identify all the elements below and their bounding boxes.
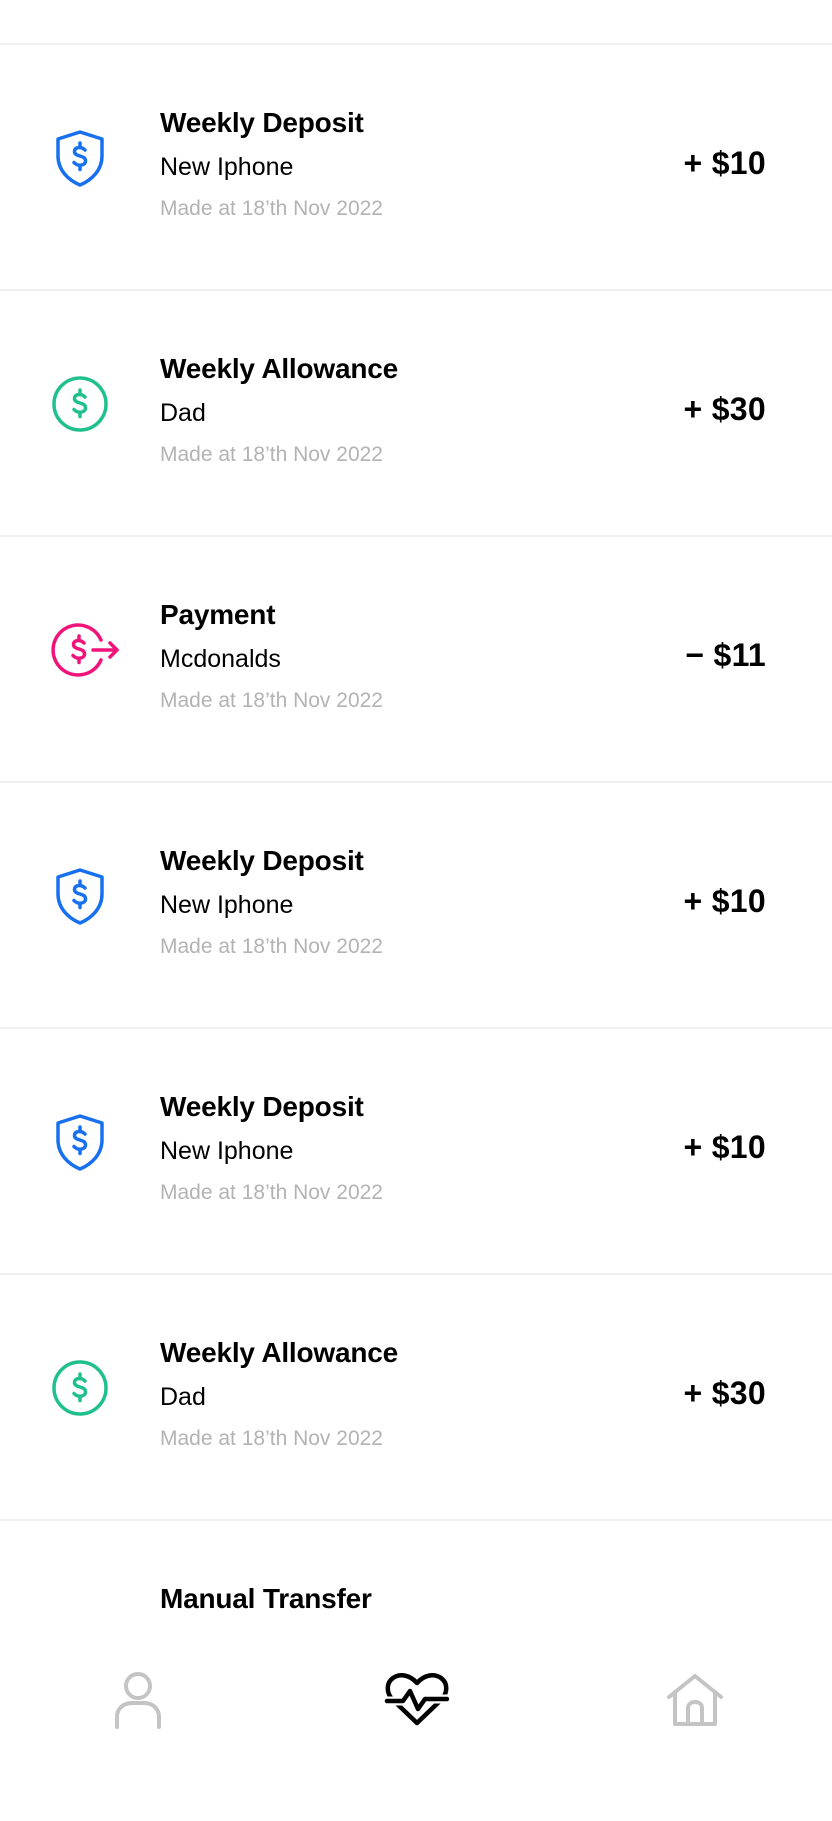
transaction-row[interactable]: Weekly Deposit New Iphone Made at 18’th … [0, 783, 832, 1029]
transaction-title: Weekly Deposit [160, 845, 364, 876]
transaction-subtitle: Dad [160, 1383, 206, 1411]
transaction-amount: + $10 [683, 145, 766, 181]
transaction-subtitle: New Iphone [160, 891, 294, 919]
transaction-row[interactable]: Weekly Deposit New Iphone Made at 18’th … [0, 45, 832, 291]
nav-home-button[interactable] [655, 1660, 735, 1740]
top-header-strip [0, 0, 832, 45]
person-icon [115, 1672, 161, 1729]
heart-pulse-icon [384, 1673, 450, 1726]
shield-dollar-icon [44, 860, 116, 932]
transaction-title: Weekly Deposit [160, 107, 364, 138]
transaction-title: Payment [160, 599, 276, 630]
transaction-date: Made at 18’th Nov 2022 [160, 935, 383, 958]
transaction-date: Made at 18’th Nov 2022 [160, 197, 383, 220]
dollar-circle-icon [44, 368, 116, 440]
transaction-subtitle: Mcdonalds [160, 645, 281, 673]
transaction-amount: + $30 [683, 1375, 766, 1411]
transaction-list[interactable]: Weekly Deposit New Iphone Made at 18’th … [0, 45, 832, 1821]
transaction-title: Weekly Deposit [160, 1091, 364, 1122]
dollar-send-icon [50, 614, 122, 686]
transaction-subtitle: New Iphone [160, 1137, 294, 1165]
shield-dollar-icon [44, 122, 116, 194]
transaction-amount: + $10 [683, 883, 766, 919]
transaction-date: Made at 18’th Nov 2022 [160, 443, 383, 466]
transaction-subtitle: New Iphone [160, 153, 294, 181]
transaction-row[interactable]: Weekly Allowance Dad Made at 18’th Nov 2… [0, 1275, 832, 1521]
dollar-circle-icon [44, 1352, 116, 1424]
transaction-date: Made at 18’th Nov 2022 [160, 689, 383, 712]
shield-dollar-icon [44, 1106, 116, 1178]
bottom-navigation-bar [0, 1628, 832, 1800]
transaction-date: Made at 18’th Nov 2022 [160, 1181, 383, 1204]
nav-activity-button[interactable] [377, 1660, 457, 1740]
transaction-title: Weekly Allowance [160, 353, 399, 384]
transaction-amount: − $11 [685, 637, 766, 673]
transaction-title: Weekly Allowance [160, 1337, 399, 1368]
transaction-amount: + $10 [683, 1129, 766, 1165]
transaction-row[interactable]: Weekly Deposit New Iphone Made at 18’th … [0, 1029, 832, 1275]
transaction-amount: + $30 [683, 391, 766, 427]
nav-profile-button[interactable] [98, 1660, 178, 1740]
transaction-date: Made at 18’th Nov 2022 [160, 1427, 383, 1450]
home-icon [667, 1674, 723, 1726]
transaction-row[interactable]: Weekly Allowance Dad Made at 18’th Nov 2… [0, 291, 832, 537]
transaction-title: Manual Transfer [160, 1583, 372, 1614]
transaction-subtitle: Dad [160, 399, 206, 427]
transaction-row[interactable]: Payment Mcdonalds Made at 18’th Nov 2022… [0, 537, 832, 783]
